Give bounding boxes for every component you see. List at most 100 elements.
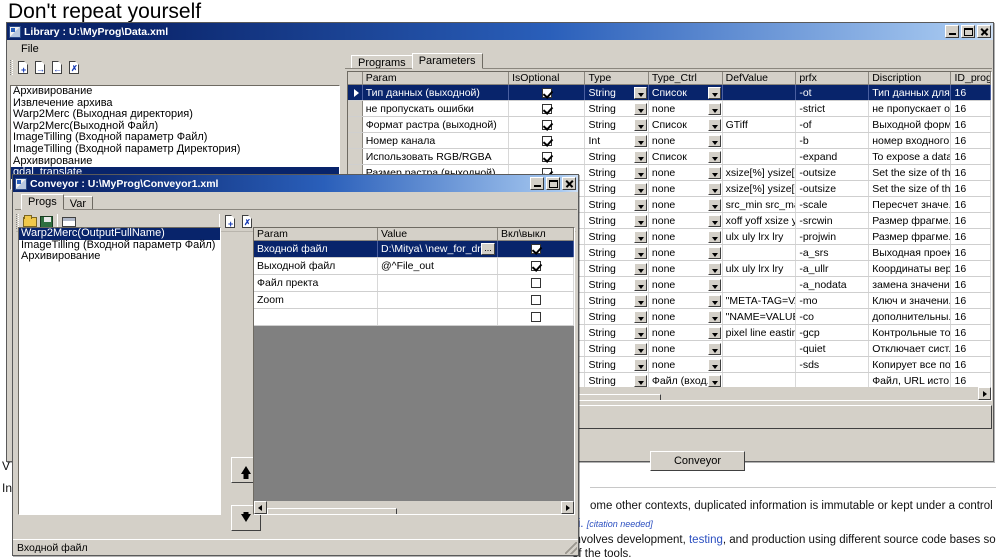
table-cell[interactable]: -outsize — [796, 181, 869, 196]
table-cell[interactable] — [723, 373, 797, 388]
column-header[interactable]: Value — [378, 228, 498, 241]
type-ctrl-dropdown[interactable]: none — [649, 309, 723, 324]
chevron-down-icon[interactable] — [708, 167, 721, 179]
conveyor-button[interactable]: Conveyor — [650, 451, 745, 471]
chevron-down-icon[interactable] — [708, 311, 721, 323]
chevron-down-icon[interactable] — [708, 327, 721, 339]
value-cell[interactable] — [378, 309, 498, 325]
table-cell[interactable]: GTiff — [723, 117, 797, 132]
table-cell[interactable]: xsize[%] ysize[%] — [723, 181, 797, 196]
table-cell[interactable]: xsize[%] ysize[%] — [723, 165, 797, 180]
param-cell[interactable]: Входной файл — [254, 241, 378, 257]
table-cell[interactable]: Выходной форм... — [869, 117, 951, 132]
toolbar-grip[interactable] — [10, 60, 13, 75]
chevron-down-icon[interactable] — [634, 151, 647, 163]
table-cell[interactable]: -co — [796, 309, 869, 324]
table-cell[interactable]: 16 — [951, 325, 991, 340]
is-optional-checkbox[interactable] — [509, 101, 585, 116]
import-document-icon[interactable]: → — [32, 59, 49, 76]
browse-button[interactable]: ... — [481, 243, 495, 255]
table-cell[interactable] — [796, 373, 869, 388]
checkbox[interactable] — [542, 104, 552, 114]
type-dropdown[interactable]: String — [585, 341, 648, 356]
type-ctrl-dropdown[interactable]: Список — [649, 117, 723, 132]
column-header[interactable]: DefValue — [723, 72, 797, 85]
row-indicator[interactable] — [348, 133, 363, 148]
chevron-down-icon[interactable] — [634, 215, 647, 227]
table-cell[interactable]: -scale — [796, 197, 869, 212]
column-header[interactable]: Type_Ctrl — [649, 72, 723, 85]
table-row[interactable]: Выходной файл@^File_out — [254, 258, 574, 275]
table-cell[interactable] — [723, 341, 797, 356]
table-cell[interactable]: -sds — [796, 357, 869, 372]
table-cell[interactable]: 16 — [951, 101, 991, 116]
table-cell[interactable]: -a_srs — [796, 245, 869, 260]
chevron-down-icon[interactable] — [634, 343, 647, 355]
table-cell[interactable]: Set the size of th... — [869, 181, 951, 196]
row-indicator[interactable] — [348, 117, 363, 132]
type-dropdown[interactable]: String — [585, 85, 648, 100]
conveyor-maximize-button[interactable] — [546, 177, 560, 190]
chevron-down-icon[interactable] — [634, 231, 647, 243]
table-cell[interactable]: дополнительны... — [869, 309, 951, 324]
chevron-down-icon[interactable] — [708, 103, 721, 115]
table-cell[interactable]: Тип данных для ... — [869, 85, 951, 100]
column-header[interactable]: prfx — [796, 72, 869, 85]
chevron-down-icon[interactable] — [708, 343, 721, 355]
type-ctrl-dropdown[interactable]: none — [649, 357, 723, 372]
table-cell[interactable]: -srcwin — [796, 213, 869, 228]
tab-programs[interactable]: Programs — [351, 55, 413, 69]
checkbox[interactable] — [531, 312, 541, 322]
conveyor-window[interactable]: Conveyor : U:\MyProg\Conveyor1.xml Progs… — [12, 174, 579, 556]
tab-progs[interactable]: Progs — [21, 194, 64, 210]
checkbox[interactable] — [542, 88, 552, 98]
checkbox[interactable] — [542, 152, 552, 162]
param-cell[interactable]: Zoom — [254, 292, 378, 308]
chevron-down-icon[interactable] — [708, 135, 721, 147]
minimize-button[interactable] — [945, 25, 959, 38]
table-cell[interactable]: ulx uly lrx lry — [723, 261, 797, 276]
is-optional-checkbox[interactable] — [509, 85, 585, 100]
table-cell[interactable]: Set the size of th... — [869, 165, 951, 180]
type-dropdown[interactable]: String — [585, 373, 648, 388]
chevron-down-icon[interactable] — [634, 263, 647, 275]
table-row[interactable]: Файл пректа — [254, 275, 574, 292]
type-dropdown[interactable]: String — [585, 101, 648, 116]
table-cell[interactable]: 16 — [951, 85, 991, 100]
type-ctrl-dropdown[interactable]: none — [649, 277, 723, 292]
table-row[interactable] — [254, 309, 574, 326]
table-cell[interactable]: 16 — [951, 245, 991, 260]
chevron-down-icon[interactable] — [708, 87, 721, 99]
table-cell[interactable]: Выходная проек... — [869, 245, 951, 260]
chevron-down-icon[interactable] — [708, 231, 721, 243]
checkbox[interactable] — [531, 295, 541, 305]
type-dropdown[interactable]: String — [585, 293, 648, 308]
table-cell[interactable]: 16 — [951, 357, 991, 372]
table-cell[interactable]: -gcp — [796, 325, 869, 340]
type-dropdown[interactable]: String — [585, 181, 648, 196]
table-cell[interactable]: 16 — [951, 261, 991, 276]
list-item[interactable]: ImageTilling (Входной параметр Директори… — [11, 144, 339, 156]
chevron-down-icon[interactable] — [634, 327, 647, 339]
param-cell[interactable]: Файл пректа — [254, 275, 378, 291]
list-item[interactable]: Warp2Merc(OutputFullName) — [19, 228, 220, 240]
table-cell[interactable]: Тип данных (выходной) — [363, 85, 509, 100]
resize-grip[interactable] — [565, 542, 577, 554]
table-cell[interactable]: 16 — [951, 165, 991, 180]
close-button[interactable] — [977, 25, 991, 38]
tab-parameters[interactable]: Parameters — [412, 53, 483, 69]
table-cell[interactable]: 16 — [951, 277, 991, 292]
table-cell[interactable]: To expose a data... — [869, 149, 951, 164]
table-cell[interactable]: -a_ullr — [796, 261, 869, 276]
scroll-right-arrow-icon[interactable] — [978, 387, 991, 400]
table-cell[interactable]: Копирует все по... — [869, 357, 951, 372]
table-row[interactable]: Входной файлD:\Mitya\ \new_for_dr... — [254, 241, 574, 258]
type-dropdown[interactable]: Int — [585, 133, 648, 148]
chevron-down-icon[interactable] — [634, 295, 647, 307]
table-cell[interactable]: src_min src_max ... — [723, 197, 797, 212]
chevron-down-icon[interactable] — [634, 279, 647, 291]
column-header[interactable]: Param — [254, 228, 378, 241]
enabled-checkbox-cell[interactable] — [498, 275, 574, 291]
column-header[interactable]: Param — [363, 72, 509, 85]
export-document-icon[interactable]: ← — [49, 59, 66, 76]
